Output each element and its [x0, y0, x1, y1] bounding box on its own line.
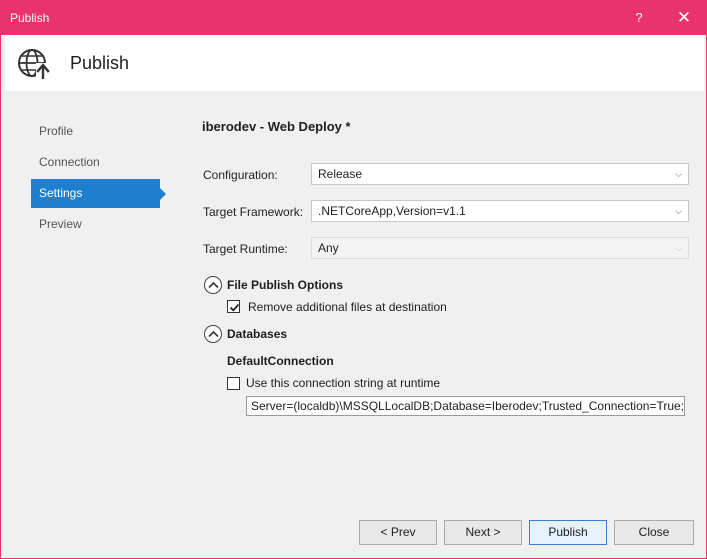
databases-title: Databases — [227, 327, 288, 341]
chevron-down-icon: ⌵ — [675, 206, 682, 216]
configuration-label: Configuration: — [203, 168, 278, 182]
profile-title: iberodev - Web Deploy * — [202, 119, 351, 134]
use-at-runtime-checkbox[interactable] — [227, 377, 240, 390]
collapse-chevron-icon[interactable] — [204, 325, 222, 343]
target-runtime-select[interactable]: Any ⌵ — [311, 237, 689, 259]
nav-item-preview[interactable]: Preview — [31, 210, 160, 239]
nav-item-profile[interactable]: Profile — [31, 117, 160, 146]
publish-dialog: Publish ? ✕ Publish Profile Connection S… — [0, 0, 707, 559]
prev-button[interactable]: < Prev — [359, 520, 437, 545]
help-button[interactable]: ? — [627, 6, 651, 30]
configuration-value: Release — [318, 167, 363, 181]
target-runtime-label: Target Runtime: — [203, 242, 288, 256]
connection-name: DefaultConnection — [227, 354, 334, 368]
publish-button[interactable]: Publish — [529, 520, 607, 545]
header-title: Publish — [70, 53, 130, 73]
nav-item-settings[interactable]: Settings — [31, 179, 166, 208]
configuration-select[interactable]: Release ⌵ — [311, 163, 689, 185]
globe-publish-icon — [17, 47, 51, 80]
nav-item-connection[interactable]: Connection — [31, 148, 160, 177]
connection-string-input[interactable]: Server=(localdb)\MSSQLLocalDB;Database=I… — [246, 396, 685, 416]
close-button[interactable]: Close — [614, 520, 694, 545]
remove-files-label: Remove additional files at destination — [248, 300, 447, 314]
chevron-down-icon: ⌵ — [675, 169, 682, 179]
collapse-chevron-icon[interactable] — [204, 276, 222, 294]
chevron-down-icon: ⌵ — [675, 243, 682, 253]
sidebar-nav: Profile Connection Settings Preview — [31, 117, 171, 241]
target-framework-select[interactable]: .NETCoreApp,Version=v1.1 ⌵ — [311, 200, 689, 222]
window-title: Publish — [10, 11, 50, 25]
next-button[interactable]: Next > — [444, 520, 522, 545]
remove-files-checkbox[interactable] — [227, 300, 240, 313]
target-framework-label: Target Framework: — [203, 205, 304, 219]
title-bar: Publish ? ✕ — [1, 1, 706, 35]
close-window-button[interactable]: ✕ — [672, 6, 696, 30]
dialog-header: Publish — [5, 35, 704, 91]
file-publish-options-title: File Publish Options — [227, 278, 344, 292]
use-at-runtime-label: Use this connection string at runtime — [246, 376, 441, 390]
target-runtime-value: Any — [318, 241, 339, 255]
target-framework-value: .NETCoreApp,Version=v1.1 — [318, 204, 466, 218]
